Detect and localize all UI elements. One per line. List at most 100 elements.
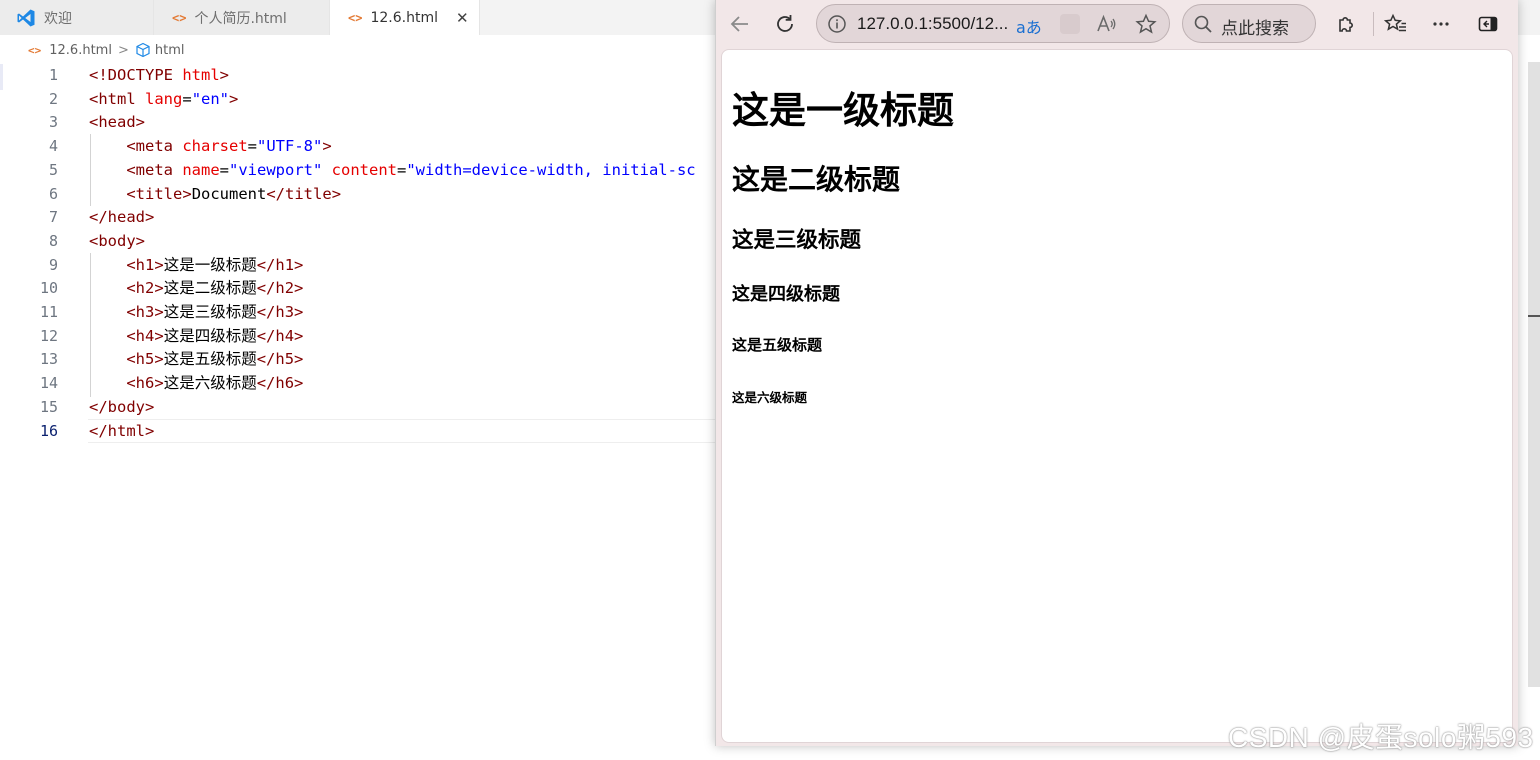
tab-welcome-label: 欢迎	[44, 10, 72, 27]
sidebar-icon	[1478, 16, 1498, 32]
code-line[interactable]: 5 <meta name="viewport" content="width=d…	[0, 158, 720, 182]
code-text: <h5>这是五级标题</h5>	[89, 347, 303, 371]
line-number: 14	[39, 374, 58, 393]
code-token: meta	[135, 137, 183, 156]
heading-2: 这是二级标题	[732, 163, 901, 196]
code-text: </html>	[89, 419, 154, 443]
tab-resume-label: 个人简历.html	[194, 10, 287, 27]
code-text: <!DOCTYPE html>	[89, 63, 229, 87]
code-token: content	[331, 160, 397, 179]
code-line[interactable]: 11 <h3>这是三级标题</h3>	[0, 300, 720, 324]
code-line[interactable]: 9 <h1>这是一级标题</h1>	[0, 253, 720, 277]
code-token: >	[145, 421, 155, 440]
code-line[interactable]: 10 <h2>这是二级标题</h2>	[0, 276, 720, 300]
close-icon[interactable]: ✕	[456, 9, 469, 27]
code-token: =	[247, 137, 258, 156]
code-token: html	[107, 421, 145, 440]
more-button[interactable]	[1425, 8, 1457, 40]
code-line[interactable]: 7 </head>	[0, 205, 720, 229]
code-token: <	[126, 184, 136, 203]
toolbar-divider	[1373, 12, 1374, 36]
code-token: <	[126, 326, 136, 345]
search-box[interactable]: 点此搜索	[1182, 4, 1316, 43]
tab-welcome[interactable]: 欢迎	[0, 0, 154, 35]
more-horizontal-icon	[1433, 22, 1449, 26]
code-text: <meta name="viewport" content="width=dev…	[89, 158, 695, 182]
chevron-right-icon: >	[117, 42, 129, 58]
code-line[interactable]: 8 <body>	[0, 229, 720, 253]
code-token: <	[89, 113, 99, 132]
code-text: <h2>这是二级标题</h2>	[89, 276, 303, 300]
editor-scrollbar[interactable]	[1528, 62, 1540, 687]
code-token: =	[397, 160, 407, 179]
address-bar[interactable]: 127.0.0.1:5500/12... aあ	[816, 4, 1170, 43]
code-line[interactable]: 2 <html lang="en">	[0, 87, 720, 111]
code-line[interactable]: 15 </body>	[0, 395, 720, 419]
code-token: </	[89, 397, 108, 416]
code-token: 这是五级标题	[163, 350, 257, 369]
translate-icon[interactable]: aあ	[1016, 14, 1042, 38]
code-line[interactable]: 12 <h4>这是四级标题</h4>	[0, 324, 720, 348]
code-token: >	[145, 397, 155, 416]
line-number: 3	[48, 113, 58, 132]
code-token: =	[182, 89, 192, 108]
info-icon[interactable]	[827, 14, 847, 38]
code-token: >	[154, 374, 164, 393]
code-token: </	[89, 208, 108, 227]
code-token: >	[294, 326, 304, 345]
code-line[interactable]: 1 <!DOCTYPE html>	[0, 63, 720, 87]
read-aloud-icon[interactable]	[1095, 13, 1117, 39]
code-line[interactable]: 14 <h6>这是六级标题</h6>	[0, 371, 720, 395]
code-token: >	[294, 303, 304, 321]
tab-12-6-html[interactable]: <> 12.6.html ✕	[330, 0, 480, 35]
code-token: >	[331, 184, 342, 203]
line-number: 10	[39, 279, 58, 298]
code-line[interactable]: 6 <title>Document</title>	[0, 182, 720, 206]
code-token: >	[154, 279, 164, 298]
code-token: 这是一级标题	[163, 255, 257, 274]
favorites-button[interactable]	[1380, 8, 1412, 40]
vscode-logo-icon	[16, 8, 36, 28]
code-line[interactable]: 13 <h5>这是五级标题</h5>	[0, 347, 720, 371]
browser-window: 127.0.0.1:5500/12... aあ 点此搜索 这是一级标题 这是二级…	[715, 0, 1518, 746]
scrollbar-marker	[1528, 315, 1540, 317]
code-token: </	[256, 326, 276, 345]
heading-1: 这是一级标题	[732, 89, 954, 132]
code-token: h6	[275, 374, 295, 393]
tab-resume-html[interactable]: <> 个人简历.html	[154, 0, 330, 35]
sidebar-toggle-button[interactable]	[1472, 8, 1504, 40]
code-token: h6	[135, 374, 155, 393]
code-text: <body>	[89, 229, 145, 253]
code-text: <html lang="en">	[89, 87, 238, 111]
code-token: </	[256, 374, 276, 393]
breadcrumb-file[interactable]: 12.6.html	[49, 43, 112, 58]
split-screen-icon[interactable]	[1060, 14, 1080, 34]
arrow-left-icon	[730, 16, 748, 32]
heading-4: 这是四级标题	[732, 284, 840, 305]
refresh-button[interactable]	[769, 8, 801, 40]
extensions-button[interactable]	[1330, 8, 1362, 40]
line-number: 5	[48, 160, 58, 179]
star-favorite-icon[interactable]	[1135, 13, 1157, 39]
url-text[interactable]: 127.0.0.1:5500/12...	[857, 14, 1008, 34]
code-line[interactable]: 3 <head>	[0, 110, 720, 134]
browser-toolbar: 127.0.0.1:5500/12... aあ 点此搜索	[716, 0, 1518, 48]
breadcrumb-symbol[interactable]: html	[155, 43, 185, 58]
code-token: <!	[89, 66, 108, 84]
search-icon	[1193, 14, 1213, 38]
line-number: 12	[39, 326, 58, 345]
html-file-icon: <>	[172, 10, 187, 25]
code-token: DOCTYPE	[107, 66, 183, 84]
code-line[interactable]: 4 <meta charset="UTF-8">	[0, 134, 720, 158]
back-button[interactable]	[724, 8, 756, 40]
tab-12-6-label: 12.6.html	[370, 9, 438, 26]
code-line[interactable]: 16 </html>	[0, 419, 720, 443]
code-text: </head>	[89, 205, 154, 229]
html-file-icon: <>	[28, 43, 42, 57]
html-file-icon: <>	[348, 10, 363, 25]
line-number: 16	[39, 421, 58, 440]
code-text: <h6>这是六级标题</h6>	[89, 371, 303, 395]
